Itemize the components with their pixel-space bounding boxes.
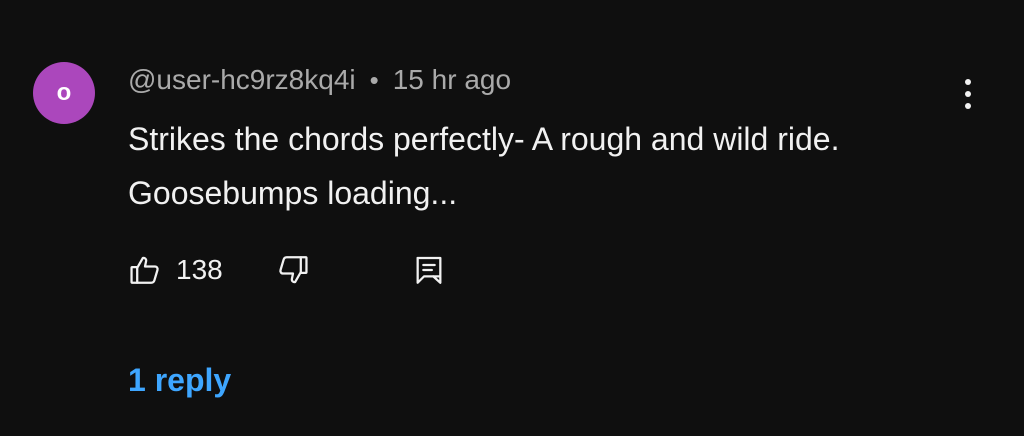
meta-separator: • — [369, 64, 379, 95]
reply-button[interactable] — [412, 248, 446, 292]
timestamp[interactable]: 15 hr ago — [393, 64, 511, 96]
comment-text: Strikes the chords perfectly- A rough an… — [128, 121, 840, 211]
comment-reply-icon — [412, 253, 446, 287]
avatar[interactable]: o — [33, 62, 95, 124]
comment-header: @user-hc9rz8kq4i • 15 hr ago — [128, 60, 511, 100]
more-vertical-icon — [965, 79, 971, 85]
comment-actions: 138 — [126, 248, 486, 292]
thumbs-up-icon — [128, 253, 162, 287]
comment-item: o @user-hc9rz8kq4i • 15 hr ago Strikes t… — [0, 0, 1024, 436]
avatar-letter: o — [56, 79, 72, 106]
like-count: 138 — [176, 254, 223, 285]
thumbs-down-icon — [276, 253, 310, 287]
view-replies-link[interactable]: 1 reply — [128, 362, 231, 399]
dislike-button[interactable] — [276, 248, 310, 292]
more-options-button[interactable] — [950, 72, 986, 116]
like-button[interactable]: 138 — [128, 248, 223, 292]
author-handle[interactable]: @user-hc9rz8kq4i — [128, 64, 356, 96]
